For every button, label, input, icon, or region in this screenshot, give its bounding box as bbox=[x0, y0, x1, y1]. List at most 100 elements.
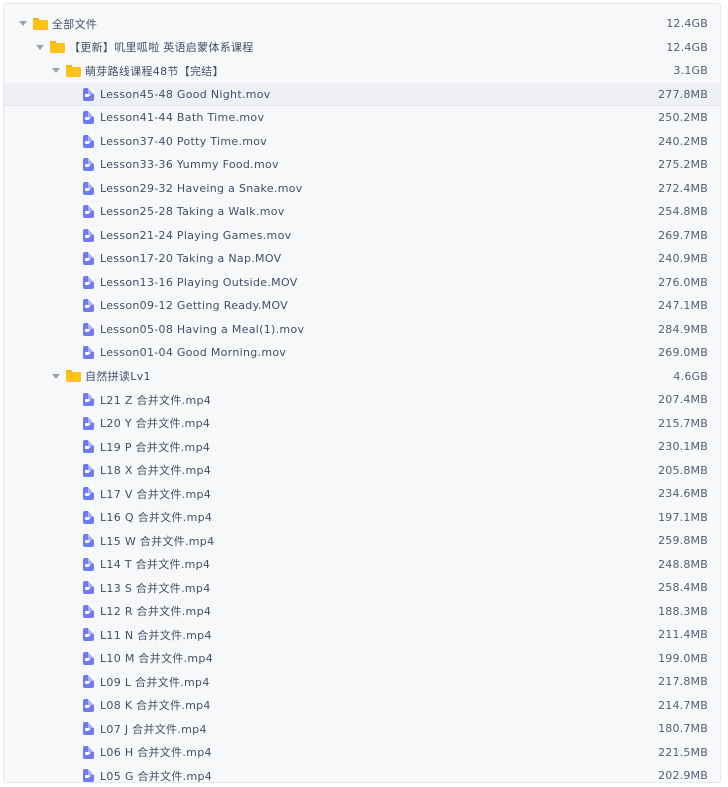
video-file-icon bbox=[83, 604, 94, 618]
item-name[interactable]: Lesson33-36 Yummy Food.mov bbox=[100, 158, 279, 171]
item-name[interactable]: Lesson21-24 Playing Games.mov bbox=[100, 229, 291, 242]
tree-file-row[interactable]: L05 G 合并文件.mp4 202.9MB bbox=[4, 764, 720, 782]
item-size: 240.9MB bbox=[658, 252, 708, 266]
video-file-icon bbox=[83, 698, 94, 712]
tree-file-row[interactable]: L21 Z 合并文件.mp4 207.4MB bbox=[4, 388, 720, 412]
tree-file-row[interactable]: Lesson25-28 Taking a Walk.mov 254.8MB bbox=[4, 200, 720, 224]
item-name[interactable]: L06 H 合并文件.mp4 bbox=[100, 744, 212, 760]
tree-file-row[interactable]: L17 V 合并文件.mp4 234.6MB bbox=[4, 482, 720, 506]
tree-file-row[interactable]: Lesson37-40 Potty Time.mov 240.2MB bbox=[4, 130, 720, 154]
item-name[interactable]: L05 G 合并文件.mp4 bbox=[100, 768, 212, 782]
item-name[interactable]: L21 Z 合并文件.mp4 bbox=[100, 392, 211, 408]
caret-down-icon[interactable] bbox=[52, 68, 60, 74]
tree-file-row[interactable]: L11 N 合并文件.mp4 211.4MB bbox=[4, 623, 720, 647]
tree-file-row[interactable]: Lesson45-48 Good Night.mov 277.8MB bbox=[4, 82, 720, 106]
video-file-icon bbox=[83, 463, 94, 477]
item-name[interactable]: Lesson17-20 Taking a Nap.MOV bbox=[100, 252, 281, 265]
item-size: 258.4MB bbox=[658, 581, 708, 595]
item-name[interactable]: Lesson01-04 Good Morning.mov bbox=[100, 346, 286, 359]
item-size: 188.3MB bbox=[658, 604, 708, 618]
item-name[interactable]: L08 K 合并文件.mp4 bbox=[100, 697, 211, 713]
item-name[interactable]: 【更新】叽里呱啦 英语启蒙体系课程 bbox=[69, 39, 254, 55]
video-file-icon bbox=[83, 581, 94, 595]
item-size: 215.7MB bbox=[658, 416, 708, 430]
video-file-icon bbox=[83, 393, 94, 407]
caret-down-icon[interactable] bbox=[36, 44, 44, 50]
item-name[interactable]: L11 N 合并文件.mp4 bbox=[100, 627, 212, 643]
tree-file-row[interactable]: L08 K 合并文件.mp4 214.7MB bbox=[4, 694, 720, 718]
video-file-icon bbox=[83, 769, 94, 782]
item-name[interactable]: Lesson25-28 Taking a Walk.mov bbox=[100, 205, 285, 218]
item-name[interactable]: L10 M 合并文件.mp4 bbox=[100, 650, 213, 666]
video-file-icon bbox=[83, 745, 94, 759]
tree-file-row[interactable]: L16 Q 合并文件.mp4 197.1MB bbox=[4, 506, 720, 530]
tree-file-row[interactable]: Lesson17-20 Taking a Nap.MOV 240.9MB bbox=[4, 247, 720, 271]
item-size: 247.1MB bbox=[658, 299, 708, 313]
item-size: 284.9MB bbox=[658, 322, 708, 336]
item-name[interactable]: L09 L 合并文件.mp4 bbox=[100, 674, 210, 690]
item-name[interactable]: L16 Q 合并文件.mp4 bbox=[100, 509, 212, 525]
item-name[interactable]: Lesson37-40 Potty Time.mov bbox=[100, 135, 267, 148]
tree-file-row[interactable]: L06 H 合并文件.mp4 221.5MB bbox=[4, 741, 720, 765]
item-name[interactable]: L15 W 合并文件.mp4 bbox=[100, 533, 214, 549]
item-name[interactable]: Lesson09-12 Getting Ready.MOV bbox=[100, 299, 288, 312]
tree-file-row[interactable]: Lesson41-44 Bath Time.mov 250.2MB bbox=[4, 106, 720, 130]
video-file-icon bbox=[83, 299, 94, 313]
item-name[interactable]: L17 V 合并文件.mp4 bbox=[100, 486, 211, 502]
item-name[interactable]: L12 R 合并文件.mp4 bbox=[100, 603, 211, 619]
tree-file-row[interactable]: L18 X 合并文件.mp4 205.8MB bbox=[4, 459, 720, 483]
caret-down-icon[interactable] bbox=[19, 21, 27, 27]
tree-folder-row[interactable]: 萌芽路线课程48节【完结】 3.1GB bbox=[4, 59, 720, 83]
tree-folder-row[interactable]: 【更新】叽里呱啦 英语启蒙体系课程 12.4GB bbox=[4, 36, 720, 60]
caret-down-icon[interactable] bbox=[52, 373, 60, 379]
item-name[interactable]: Lesson45-48 Good Night.mov bbox=[100, 88, 271, 101]
tree-file-row[interactable]: L07 J 合并文件.mp4 180.7MB bbox=[4, 717, 720, 741]
item-size: 180.7MB bbox=[658, 722, 708, 736]
item-size: 276.0MB bbox=[658, 275, 708, 289]
video-file-icon bbox=[83, 158, 94, 172]
tree-file-row[interactable]: Lesson21-24 Playing Games.mov 269.7MB bbox=[4, 224, 720, 248]
item-size: 217.8MB bbox=[658, 675, 708, 689]
tree-file-row[interactable]: Lesson13-16 Playing Outside.MOV 276.0MB bbox=[4, 271, 720, 295]
item-name[interactable]: Lesson13-16 Playing Outside.MOV bbox=[100, 276, 298, 289]
tree-file-row[interactable]: L10 M 合并文件.mp4 199.0MB bbox=[4, 647, 720, 671]
item-size: 259.8MB bbox=[658, 534, 708, 548]
folder-icon bbox=[66, 64, 81, 77]
item-size: 211.4MB bbox=[658, 628, 708, 642]
tree-folder-row[interactable]: 全部文件 12.4GB bbox=[4, 12, 720, 36]
tree-file-row[interactable]: Lesson09-12 Getting Ready.MOV 247.1MB bbox=[4, 294, 720, 318]
item-name[interactable]: Lesson41-44 Bath Time.mov bbox=[100, 111, 264, 124]
tree-file-row[interactable]: Lesson33-36 Yummy Food.mov 275.2MB bbox=[4, 153, 720, 177]
video-file-icon bbox=[83, 228, 94, 242]
tree-file-row[interactable]: L12 R 合并文件.mp4 188.3MB bbox=[4, 600, 720, 624]
tree-file-row[interactable]: Lesson01-04 Good Morning.mov 269.0MB bbox=[4, 341, 720, 365]
item-size: 234.6MB bbox=[658, 487, 708, 501]
item-name[interactable]: 萌芽路线课程48节【完结】 bbox=[85, 63, 224, 79]
tree-file-row[interactable]: Lesson29-32 Haveing a Snake.mov 272.4MB bbox=[4, 177, 720, 201]
tree-file-row[interactable]: L09 L 合并文件.mp4 217.8MB bbox=[4, 670, 720, 694]
item-name[interactable]: L07 J 合并文件.mp4 bbox=[100, 721, 207, 737]
item-size: 240.2MB bbox=[658, 134, 708, 148]
item-name[interactable]: 全部文件 bbox=[52, 16, 97, 32]
item-name[interactable]: L14 T 合并文件.mp4 bbox=[100, 556, 210, 572]
video-file-icon bbox=[83, 722, 94, 736]
tree-file-row[interactable]: L20 Y 合并文件.mp4 215.7MB bbox=[4, 412, 720, 436]
tree-file-row[interactable]: L14 T 合并文件.mp4 248.8MB bbox=[4, 553, 720, 577]
tree-folder-row[interactable]: 自然拼读Lv1 4.6GB bbox=[4, 365, 720, 389]
item-name[interactable]: Lesson05-08 Having a Meal(1).mov bbox=[100, 323, 304, 336]
item-name[interactable]: 自然拼读Lv1 bbox=[85, 368, 151, 384]
tree-file-row[interactable]: Lesson05-08 Having a Meal(1).mov 284.9MB bbox=[4, 318, 720, 342]
item-name[interactable]: L20 Y 合并文件.mp4 bbox=[100, 415, 210, 431]
video-file-icon bbox=[83, 440, 94, 454]
video-file-icon bbox=[83, 322, 94, 336]
tree-file-row[interactable]: L19 P 合并文件.mp4 230.1MB bbox=[4, 435, 720, 459]
item-name[interactable]: L19 P 合并文件.mp4 bbox=[100, 439, 210, 455]
item-size: 4.6GB bbox=[673, 369, 708, 383]
item-name[interactable]: L13 S 合并文件.mp4 bbox=[100, 580, 211, 596]
tree-file-row[interactable]: L15 W 合并文件.mp4 259.8MB bbox=[4, 529, 720, 553]
item-name[interactable]: L18 X 合并文件.mp4 bbox=[100, 462, 211, 478]
item-size: 207.4MB bbox=[658, 393, 708, 407]
item-size: 272.4MB bbox=[658, 181, 708, 195]
tree-file-row[interactable]: L13 S 合并文件.mp4 258.4MB bbox=[4, 576, 720, 600]
item-name[interactable]: Lesson29-32 Haveing a Snake.mov bbox=[100, 182, 303, 195]
